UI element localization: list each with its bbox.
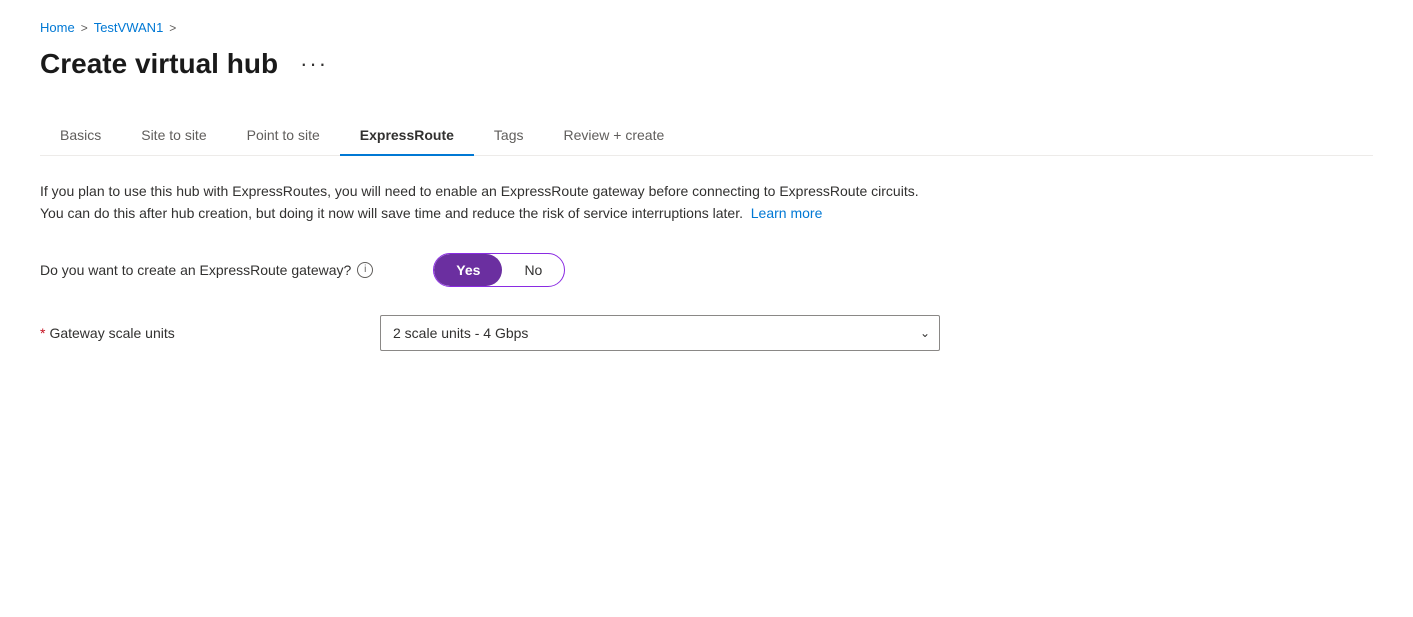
gateway-scale-label: Gateway scale units [49,325,174,341]
tabs-row: Basics Site to site Point to site Expres… [40,117,1373,156]
toggle-no[interactable]: No [502,254,564,286]
toggle-group: Yes No [433,253,565,287]
ellipsis-button[interactable]: ··· [292,47,336,81]
breadcrumb-separator-2: > [169,21,176,35]
required-star: * [40,325,45,341]
toggle-yes[interactable]: Yes [434,254,502,286]
info-icon[interactable]: i [357,262,373,278]
breadcrumb-vwan[interactable]: TestVWAN1 [94,20,164,35]
tab-expressroute[interactable]: ExpressRoute [340,117,474,155]
gateway-scale-dropdown-container: 1 scale unit - 2 Gbps 2 scale units - 4 … [380,315,940,351]
gateway-question-row: Do you want to create an ExpressRoute ga… [40,253,1373,287]
tab-tags[interactable]: Tags [474,117,544,155]
gateway-label-group: * Gateway scale units [40,325,320,341]
breadcrumb-separator-1: > [81,21,88,35]
tab-review-create[interactable]: Review + create [544,117,685,155]
page-title: Create virtual hub [40,48,278,80]
gateway-question-label-group: Do you want to create an ExpressRoute ga… [40,262,373,278]
tab-site-to-site[interactable]: Site to site [121,117,226,155]
gateway-question-label: Do you want to create an ExpressRoute ga… [40,262,351,278]
breadcrumb-home[interactable]: Home [40,20,75,35]
gateway-scale-row: * Gateway scale units 1 scale unit - 2 G… [40,315,1373,351]
gateway-scale-dropdown[interactable]: 1 scale unit - 2 Gbps 2 scale units - 4 … [380,315,940,351]
breadcrumb: Home > TestVWAN1 > [40,20,1373,35]
tab-point-to-site[interactable]: Point to site [227,117,340,155]
description-text: If you plan to use this hub with Express… [40,180,940,225]
learn-more-link[interactable]: Learn more [751,205,823,221]
tab-basics[interactable]: Basics [40,117,121,155]
page-title-row: Create virtual hub ··· [40,47,1373,81]
